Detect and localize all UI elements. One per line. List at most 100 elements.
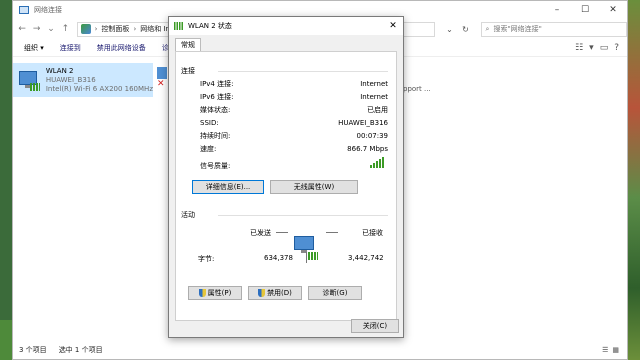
preview-pane-icon[interactable]: ▭ [600,43,609,53]
activity-section-label: 活动 [181,211,195,219]
dialog-close-icon[interactable]: ✕ [383,21,403,31]
search-input[interactable]: ⌕ 搜索"网络连接" [480,21,627,37]
sent-bytes: 634,378 [264,254,293,262]
duration-label: 持续时间: [200,132,231,140]
search-icon: ⌕ [485,24,490,33]
network-item-wlan2[interactable]: WLAN 2 HUAWEI_B316 Intel(R) Wi-Fi 6 AX20… [13,63,153,97]
sent-dash [276,232,288,233]
breadcrumb-separator-icon: › [94,25,98,33]
forward-arrow-icon[interactable]: → [31,24,41,34]
view-options-icon[interactable]: ☷ [575,43,583,53]
adapter-icon [157,67,167,79]
close-icon[interactable]: ✕ [599,1,627,19]
diagnose-dialog-button[interactable]: 诊断(G) [308,286,362,300]
window-controls: – ☐ ✕ [543,1,627,19]
ipv4-row: IPv4 连接: Internet [200,80,388,89]
signal-bar [376,161,378,168]
signal-bar [382,157,384,168]
details-button-label: 详细信息(E)... [205,183,251,191]
ipv4-label: IPv4 连接: [200,80,234,88]
layout-toggles: ☰ ▦ [602,346,627,354]
selected-count: 选中 1 个项目 [58,346,103,354]
ssid-row: SSID: HUAWEI_B316 [200,119,388,128]
received-dash [326,232,338,233]
media-state-value: 已启用 [367,106,388,114]
organize-button[interactable]: 组织 ▾ [16,43,52,53]
admin-shield-icon [198,289,206,297]
wireless-properties-label: 无线属性(W) [293,183,335,191]
help-icon[interactable]: ? [614,43,619,53]
ipv6-label: IPv6 连接: [200,93,234,101]
control-panel-icon [80,24,91,34]
network-item-text: WLAN 2 HUAWEI_B316 Intel(R) Wi-Fi 6 AX20… [46,67,153,94]
section-divider [218,215,388,216]
search-placeholder: 搜索"网络连接" [493,25,542,33]
maximize-icon[interactable]: ☐ [571,1,599,19]
desktop-background-left [0,320,12,360]
refresh-icon[interactable]: ↻ [459,22,473,37]
back-arrow-icon[interactable]: ← [17,24,27,34]
media-state-row: 媒体状态: 已启用 [200,106,388,115]
ipv6-value: Internet [360,93,388,101]
item-count: 3 个项目 [19,346,47,354]
dialog-title: WLAN 2 状态 [188,22,232,30]
signal-quality-label: 信号质量: [200,162,231,170]
network-item-name: WLAN 2 [45,66,74,75]
received-label: 已接收 [362,229,383,237]
connect-to-button[interactable]: 连接到 [52,43,89,53]
details-button[interactable]: 详细信息(E)... [192,180,264,194]
properties-button-label: 属性(P) [207,289,232,297]
network-item-ssid: HUAWEI_B316 [45,75,96,84]
signal-bar [373,163,375,168]
signal-bar [379,159,381,168]
diagnose-button-label: 诊断(G) [322,289,348,297]
network-folder-icon [19,6,29,14]
tab-general[interactable]: 常规 [175,38,201,51]
wireless-properties-button[interactable]: 无线属性(W) [270,180,358,194]
activity-divider [306,252,307,263]
status-bar: 3 个项目 选中 1 个项目 ☰ ▦ [13,341,627,359]
close-button[interactable]: 关闭(C) [351,319,399,333]
disable-button[interactable]: 禁用(D) [248,286,302,300]
breadcrumb-control-panel[interactable]: 控制面板 [101,24,129,34]
address-actions: ⌄ ↻ [443,22,473,37]
duration-row: 持续时间: 00:07:39 [200,132,388,141]
sent-label: 已发送 [250,229,271,237]
signal-quality-bars-icon [370,156,386,168]
up-arrow-icon[interactable]: ↑ [60,24,70,34]
media-state-label: 媒体状态: [200,106,231,114]
ssid-value: HUAWEI_B316 [338,119,388,127]
dialog-titlebar: WLAN 2 状态 ✕ [169,17,403,35]
network-item-partial-text: pport ... [403,85,431,93]
minimize-icon[interactable]: – [543,1,571,19]
section-divider [218,71,388,72]
duration-value: 00:07:39 [356,132,388,140]
recent-locations-chevron-icon[interactable]: ⌄ [46,24,56,34]
disable-button-label: 禁用(D) [267,289,292,297]
wifi-signal-icon [174,22,183,30]
wlan-status-dialog: WLAN 2 状态 ✕ 常规 连接 IPv4 连接: Internet IPv6… [168,16,404,338]
signal-bar [370,165,372,168]
speed-row: 速度: 866.7 Mbps [200,145,388,154]
network-item-adapter: Intel(R) Wi-Fi 6 AX200 160MHz [45,84,153,93]
dialog-tabs: 常规 [169,35,403,51]
explorer-title: 网络连接 [34,6,62,14]
close-button-label: 关闭(C) [362,322,388,330]
ipv4-value: Internet [360,80,388,88]
connection-section-label: 连接 [181,67,195,75]
details-view-icon[interactable]: ☰ [602,346,608,354]
bytes-label: 字节: [198,255,215,263]
view-dropdown-icon[interactable]: ▾ [589,43,594,53]
breadcrumb-separator-icon: › [133,25,137,33]
properties-button[interactable]: 属性(P) [188,286,242,300]
address-dropdown-icon[interactable]: ⌄ [443,22,457,37]
signal-quality-row: 信号质量: [200,162,388,171]
view-controls: ☷ ▾ ▭ ? [575,43,627,53]
speed-label: 速度: [200,145,217,153]
received-bytes: 3,442,742 [348,254,384,262]
disable-device-button[interactable]: 禁用此网络设备 [89,43,154,53]
ssid-label: SSID: [200,119,219,127]
general-panel: 连接 IPv4 连接: Internet IPv6 连接: Internet 媒… [175,51,397,321]
admin-shield-icon [258,289,266,297]
large-icons-view-icon[interactable]: ▦ [612,346,619,354]
